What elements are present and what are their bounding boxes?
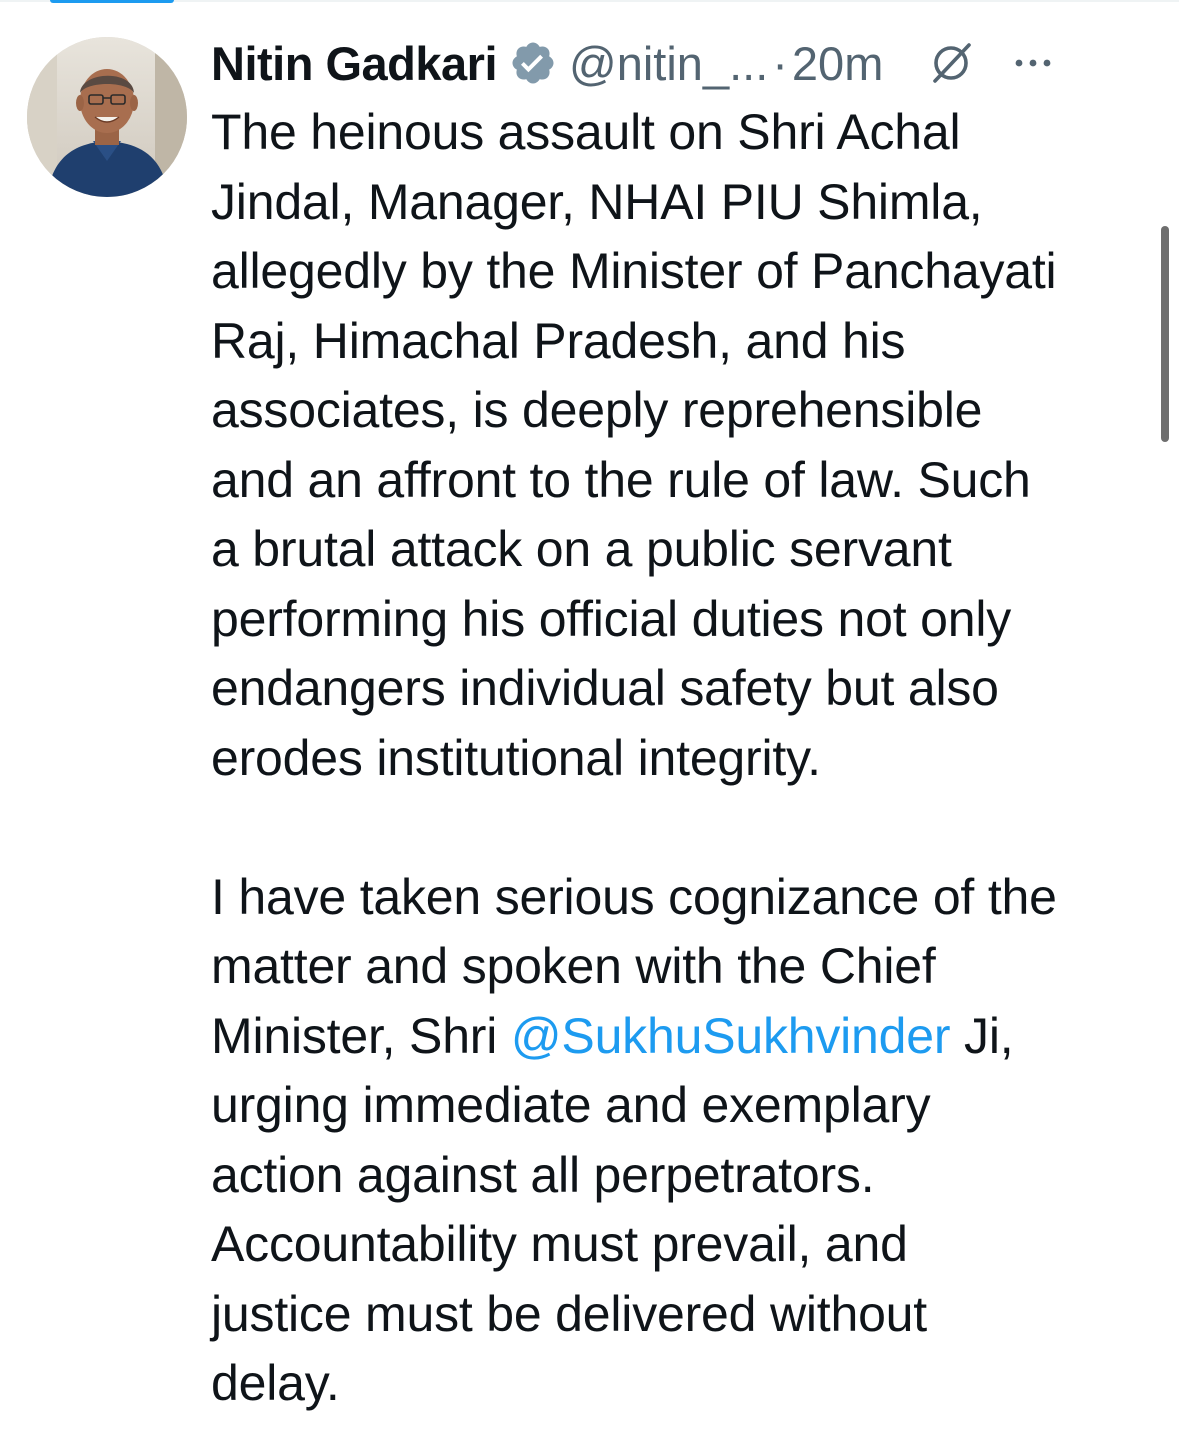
avatar-image (27, 37, 187, 197)
text-line: matter and spoken with the Chief (211, 938, 936, 994)
mention-link[interactable]: @SukhuSukhvinder (511, 1008, 951, 1064)
tweet-header: Nitin Gadkari @nitin_... · 20m (211, 30, 1161, 96)
verified-badge-icon (509, 39, 557, 87)
text-line: endangers individual safety but also (211, 660, 999, 716)
text-line: Jindal, Manager, NHAI PIU Shimla, (211, 173, 983, 230)
tweet-text: The heinous assault on Shri Achal Jindal… (211, 98, 1156, 1419)
tab-indicator (50, 0, 174, 3)
scrollbar[interactable] (1161, 226, 1169, 442)
grok-icon[interactable] (927, 39, 975, 87)
text-line: erodes institutional integrity. (211, 729, 821, 786)
text-line: urging immediate and exemplary (211, 1077, 931, 1133)
text-line: Minister, Shri (211, 1007, 511, 1064)
more-options-icon[interactable] (1011, 41, 1055, 85)
text-line: The heinous assault on Shri Achal (211, 104, 961, 160)
text-line: Accountability must prevail, and (211, 1216, 908, 1272)
text-line: delay. (211, 1355, 340, 1411)
author-handle[interactable]: @nitin_... (569, 36, 768, 91)
author-name[interactable]: Nitin Gadkari (211, 36, 498, 91)
separator-dot: · (772, 36, 788, 90)
text-line: and an affront to the rule of law. Such (211, 451, 1031, 508)
text-line: Raj, Himachal Pradesh, and his (211, 312, 906, 369)
text-line: allegedly by the Minister of Panchayati (211, 243, 1057, 299)
text-line: performing his official duties not only (211, 590, 1012, 647)
avatar[interactable] (27, 37, 187, 197)
text-line: associates, is deeply reprehensible (211, 382, 983, 438)
text-line: a brutal attack on a public servant (211, 521, 952, 577)
tweet-paragraph-2: I have taken serious cognizance of the m… (211, 863, 1156, 1419)
tweet-paragraph-1: The heinous assault on Shri Achal Jindal… (211, 98, 1156, 793)
text-line: action against all perpetrators. (211, 1146, 875, 1203)
top-divider (0, 0, 1179, 2)
text-line: justice must be delivered without (211, 1285, 927, 1342)
text-line: I have taken serious cognizance of the (211, 868, 1057, 925)
timestamp[interactable]: 20m (792, 36, 883, 91)
text-line: Ji, (950, 1007, 1014, 1064)
